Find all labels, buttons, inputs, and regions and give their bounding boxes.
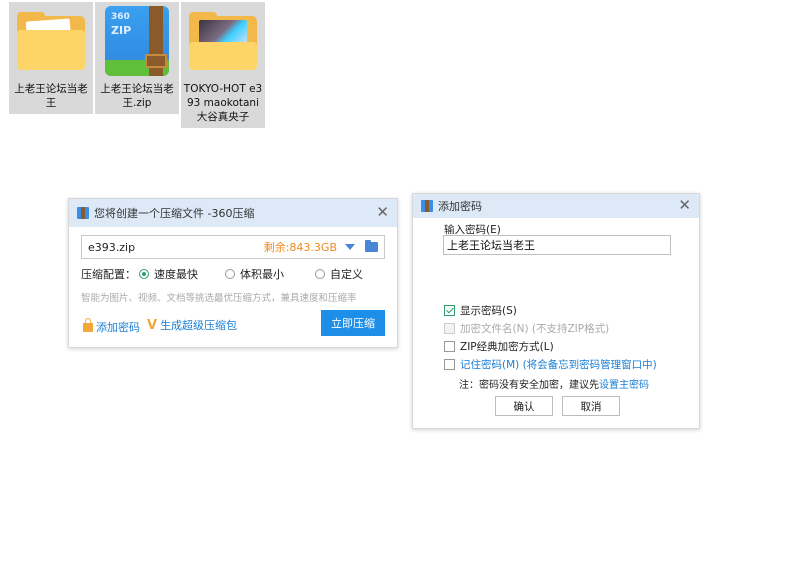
desktop-item-label: 上老王论坛当老王.zip bbox=[100, 83, 174, 109]
desktop-item-zip[interactable]: 360 ZIP 上老王论坛当老王.zip bbox=[95, 2, 179, 114]
chevron-down-icon[interactable] bbox=[345, 244, 355, 250]
checkbox-disabled-icon[interactable] bbox=[444, 323, 455, 334]
super-compress-link[interactable]: V 生成超级压缩包 bbox=[147, 317, 237, 333]
set-master-password-link[interactable]: 设置主密码 bbox=[599, 380, 649, 391]
super-compress-label: 生成超级压缩包 bbox=[160, 319, 238, 332]
confirm-button[interactable]: 确认 bbox=[495, 396, 553, 416]
close-icon[interactable]: ✕ bbox=[678, 198, 691, 213]
folder-icon bbox=[15, 6, 87, 78]
security-note-text: 注：密码没有安全加密，建议先 bbox=[459, 380, 599, 391]
zip-archive-icon: 360 ZIP bbox=[101, 6, 173, 78]
360zip-app-icon bbox=[77, 207, 89, 219]
v-badge-icon: V bbox=[147, 317, 158, 333]
desktop-item-label: TOKYO-HOT e393 maokotani 大谷真央子 bbox=[183, 83, 263, 123]
free-space-label: 剩余:843.3GB bbox=[263, 241, 337, 254]
cancel-button[interactable]: 取消 bbox=[562, 396, 620, 416]
compress-now-button[interactable]: 立即压缩 bbox=[321, 310, 385, 336]
password-dialog: 添加密码 ✕ 输入密码(E) 显示密码(S) 加密文件名(N) (不支持ZIP格… bbox=[412, 193, 700, 429]
option-label: 速度最快 bbox=[154, 268, 198, 281]
radio-icon[interactable] bbox=[315, 269, 325, 279]
compress-config-label: 压缩配置： bbox=[81, 268, 136, 281]
compress-hint: 智能为图片、视频、文档等挑选最优压缩方式，兼具速度和压缩率 bbox=[81, 293, 357, 304]
filename-field[interactable]: e393.zip 剩余:843.3GB bbox=[81, 235, 385, 259]
filename-value[interactable]: e393.zip bbox=[88, 241, 264, 254]
show-password-checkbox[interactable]: 显示密码(S) bbox=[444, 303, 517, 318]
option-fastest[interactable]: 速度最快 bbox=[139, 266, 198, 282]
checkbox-label: 加密文件名(N) (不支持ZIP格式) bbox=[460, 323, 610, 335]
close-icon[interactable]: ✕ bbox=[376, 205, 389, 220]
checkbox-icon[interactable] bbox=[444, 341, 455, 352]
360zip-app-icon bbox=[421, 200, 433, 212]
desktop-item-folder-photo[interactable]: TOKYO-HOT e393 maokotani 大谷真央子 bbox=[181, 2, 265, 128]
password-dialog-titlebar[interactable]: 添加密码 ✕ bbox=[413, 194, 699, 218]
radio-selected-icon[interactable] bbox=[139, 269, 149, 279]
checkbox-icon[interactable] bbox=[444, 359, 455, 370]
radio-icon[interactable] bbox=[225, 269, 235, 279]
option-label: 体积最小 bbox=[240, 268, 284, 281]
compress-dialog: 您将创建一个压缩文件 -360压缩 ✕ e393.zip 剩余:843.3GB … bbox=[68, 198, 398, 348]
zip-classic-encryption-checkbox[interactable]: ZIP经典加密方式(L) bbox=[444, 339, 554, 354]
security-note: 注：密码没有安全加密，建议先设置主密码 bbox=[459, 376, 649, 391]
add-password-label: 添加密码 bbox=[96, 321, 140, 334]
browse-folder-icon[interactable] bbox=[365, 240, 378, 252]
add-password-link[interactable]: 添加密码 bbox=[83, 317, 140, 335]
desktop-item-label: 上老王论坛当老王 bbox=[14, 83, 88, 109]
checkbox-checked-icon[interactable] bbox=[444, 305, 455, 316]
password-dialog-title: 添加密码 bbox=[438, 200, 482, 213]
desktop-item-folder[interactable]: 上老王论坛当老王 bbox=[9, 2, 93, 114]
lock-icon bbox=[83, 317, 93, 332]
encrypt-filename-checkbox[interactable]: 加密文件名(N) (不支持ZIP格式) bbox=[444, 321, 609, 336]
option-custom[interactable]: 自定义 bbox=[315, 266, 363, 282]
option-label: 自定义 bbox=[330, 268, 363, 281]
checkbox-label: ZIP经典加密方式(L) bbox=[460, 341, 554, 353]
password-input[interactable] bbox=[443, 235, 671, 255]
remember-password-checkbox[interactable]: 记住密码(M) (将会备忘到密码管理窗口中) bbox=[444, 357, 657, 372]
checkbox-label: 记住密码(M) (将会备忘到密码管理窗口中) bbox=[460, 359, 657, 371]
folder-with-photo-icon bbox=[187, 6, 259, 78]
compress-dialog-title: 您将创建一个压缩文件 -360压缩 bbox=[94, 207, 255, 220]
checkbox-label: 显示密码(S) bbox=[460, 305, 517, 317]
compress-dialog-titlebar[interactable]: 您将创建一个压缩文件 -360压缩 ✕ bbox=[69, 199, 397, 227]
option-smallest[interactable]: 体积最小 bbox=[225, 266, 284, 282]
